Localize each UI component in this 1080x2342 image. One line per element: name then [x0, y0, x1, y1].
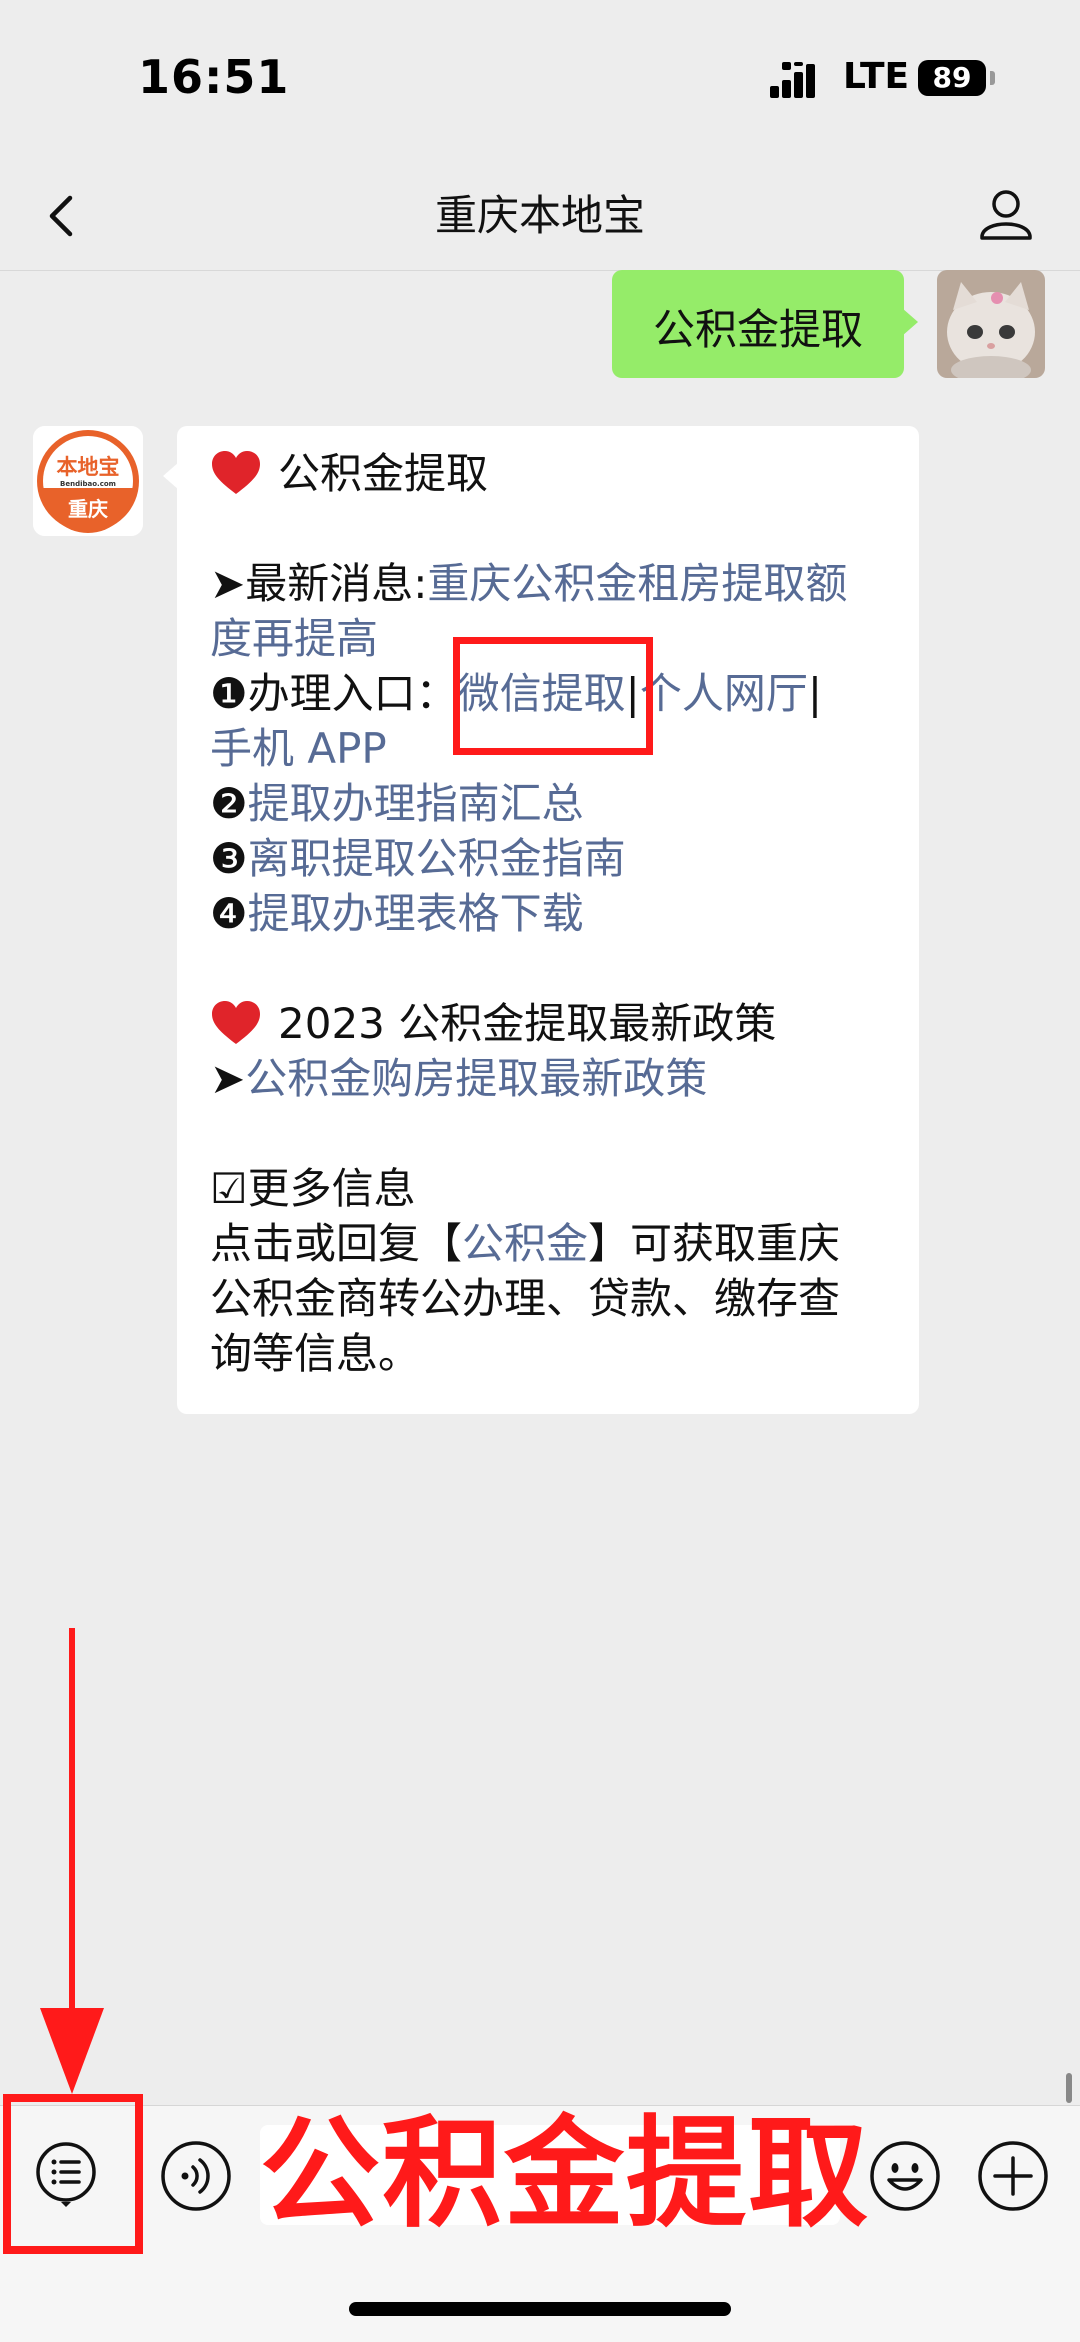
news-link[interactable]: 重庆公积金租房提取额: [427, 559, 847, 608]
housing-fund-keyword-link[interactable]: 公积金: [462, 1219, 588, 1268]
scrollbar[interactable]: [1066, 2073, 1072, 2103]
logo-city-text: 重庆: [68, 497, 108, 521]
message-input[interactable]: 公积金提取: [260, 2115, 868, 2235]
withdraw-guide-link[interactable]: 提取办理指南汇总: [248, 779, 584, 828]
nav-bar: 重庆本地宝: [0, 160, 1080, 271]
form-download-link[interactable]: 提取办理表格下载: [248, 889, 584, 938]
heart-icon: [212, 1001, 260, 1044]
emoji-icon[interactable]: [869, 2140, 941, 2212]
resignation-guide-link[interactable]: 离职提取公积金指南: [248, 834, 626, 883]
news-link-continued[interactable]: 度再提高: [210, 614, 378, 663]
item-number: ❷: [210, 779, 248, 828]
home-indicator: [349, 2302, 731, 2316]
personal-web-hall-link[interactable]: 个人网厅: [640, 669, 808, 718]
battery-icon: [990, 71, 995, 85]
item-number: ❸: [210, 834, 248, 883]
heading-line: 2023 公积金提取最新政策: [210, 996, 900, 1051]
message-heading: 公积金提取: [278, 449, 489, 498]
annotation-box: [3, 2094, 143, 2254]
more-info-label: ☑更多信息: [210, 1164, 416, 1213]
chat-screen: 16:51 LTE 89 重庆本地宝 公积金提取 本地宝 Bendibao.co…: [0, 0, 1080, 2342]
annotation-arrow: [40, 1628, 104, 2094]
user-avatar[interactable]: [937, 270, 1045, 378]
profile-icon[interactable]: [976, 182, 1036, 246]
message-body: 公积金提取 ➤最新消息:重庆公积金租房提取额 度再提高 ❶办理入口：微信提取|个…: [210, 446, 900, 1381]
entry-prefix: ❶办理入口：: [210, 669, 458, 718]
footer-text: 】可获取重庆: [588, 1219, 841, 1268]
item-number: ❹: [210, 889, 248, 938]
policy-heading: 2023 公积金提取最新政策: [278, 999, 777, 1048]
home-purchase-policy-link[interactable]: 公积金购房提取最新政策: [245, 1054, 707, 1103]
news-prefix: ➤最新消息:: [210, 559, 428, 608]
status-bar: 16:51 LTE 89: [0, 0, 1080, 160]
kitten-avatar-image: [937, 270, 1045, 378]
bendibao-logo-avatar[interactable]: 本地宝 Bendibao.com 重庆: [33, 426, 143, 536]
bendibao-logo: 本地宝 Bendibao.com 重庆: [33, 426, 143, 536]
heart-icon: [212, 451, 260, 494]
incoming-message-bubble: 公积金提取 ➤最新消息:重庆公积金租房提取额 度再提高 ❶办理入口：微信提取|个…: [163, 426, 919, 1414]
plus-icon[interactable]: [977, 2140, 1049, 2212]
signal-icon: [770, 62, 826, 98]
network-type: LTE: [843, 56, 910, 97]
separator: |: [807, 669, 822, 718]
logo-brand-text: 本地宝: [57, 455, 120, 479]
logo-domain-text: Bendibao.com: [60, 480, 116, 488]
heading-line: 公积金提取: [210, 446, 900, 501]
footer-text-line2: 公积金商转公办理、贷款、缴存查: [210, 1274, 841, 1323]
mobile-app-link[interactable]: 手机 APP: [210, 724, 387, 773]
status-time: 16:51: [138, 50, 290, 104]
outgoing-message-bubble[interactable]: 公积金提取: [612, 270, 918, 378]
outgoing-message-text: 公积金提取: [652, 305, 863, 354]
annotation-highlight-box: [453, 637, 653, 755]
footer-text-line3: 询等信息。: [210, 1329, 421, 1378]
policy-prefix: ➤: [210, 1054, 246, 1103]
voice-icon[interactable]: [160, 2140, 232, 2212]
page-title: 重庆本地宝: [434, 191, 645, 240]
battery-level: 89: [918, 60, 986, 96]
footer-text: 点击或回复【: [210, 1219, 463, 1268]
